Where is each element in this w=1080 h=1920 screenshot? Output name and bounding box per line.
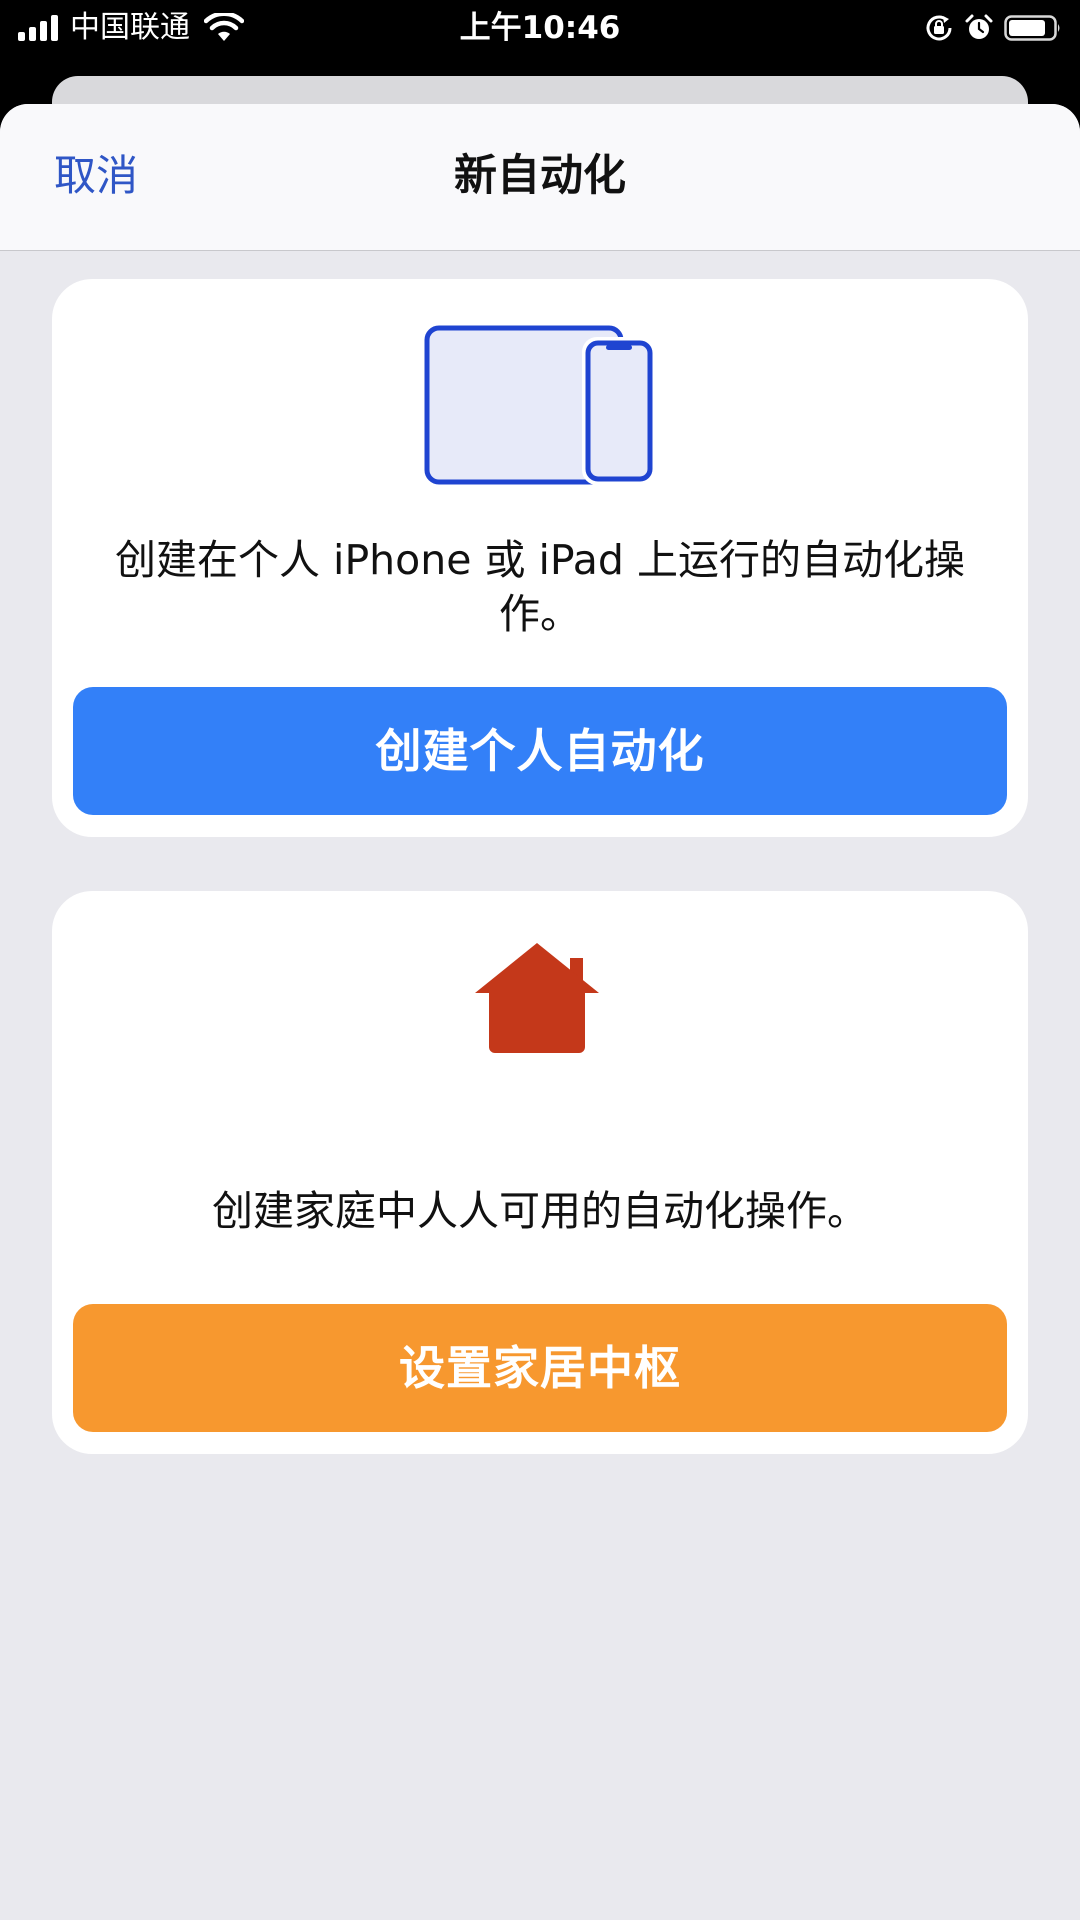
page-title: 新自动化 (454, 151, 626, 201)
home-icon (475, 943, 599, 1053)
home-automation-card: 创建家庭中人人可用的自动化操作。 设置家居中枢 (52, 891, 1028, 1454)
ipad-iphone-icon (424, 325, 656, 485)
battery-icon (1004, 15, 1060, 41)
status-time: 上午10:46 (459, 10, 621, 46)
create-personal-automation-button[interactable]: 创建个人自动化 (73, 687, 1007, 815)
status-right (924, 10, 1062, 46)
setup-home-hub-button[interactable]: 设置家居中枢 (73, 1304, 1007, 1432)
cancel-button[interactable]: 取消 (54, 146, 138, 206)
new-automation-sheet: 取消 新自动化 创建在个人 iPhone 或 iPad 上运行的自动化操作。 创… (0, 104, 1080, 1920)
home-automation-description: 创建家庭中人人可用的自动化操作。 (212, 1187, 868, 1235)
personal-automation-card: 创建在个人 iPhone 或 iPad 上运行的自动化操作。 创建个人自动化 (52, 279, 1028, 837)
nav-bar: 取消 新自动化 (0, 104, 1080, 251)
alarm-icon (965, 14, 993, 39)
status-bar: 中国联通 上午10:46 (0, 0, 1080, 60)
orientation-lock-icon (926, 15, 952, 41)
personal-automation-description: 创建在个人 iPhone 或 iPad 上运行的自动化操作。 (115, 536, 965, 638)
